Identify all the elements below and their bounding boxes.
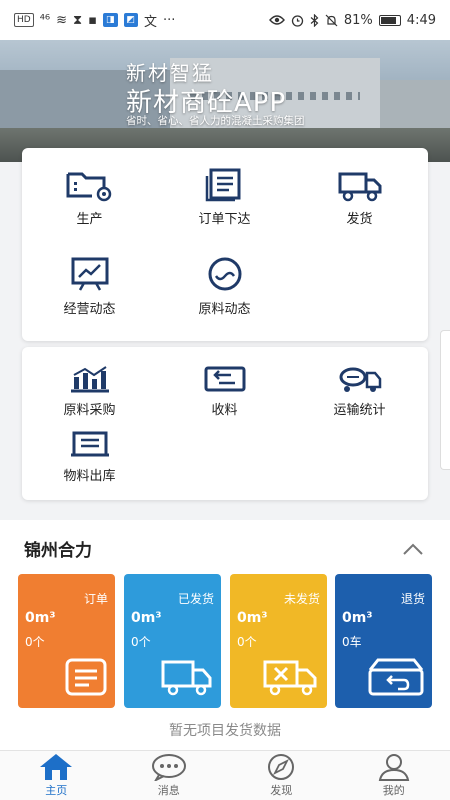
stat-card-returns[interactable]: 退货 0m³ 0车 [335, 574, 432, 708]
unshipped-truck-icon [263, 660, 317, 696]
stat-volume-returns: 0m³ [342, 610, 373, 626]
app-notif-icon: ◨ [103, 13, 118, 27]
stat-volume-unshipped: 0m³ [237, 610, 268, 626]
main-function-card: 生产 订单下达 发货 经营动态 原料动态 [22, 148, 428, 341]
bluetooth-icon [310, 13, 319, 27]
stat-volume-orders: 0m³ [25, 610, 56, 626]
stat-volume-shipped: 0m³ [131, 610, 162, 626]
bar-chart-icon [70, 366, 109, 393]
nav-label-home: 主页 [45, 784, 68, 797]
message-icon [151, 754, 186, 781]
nav-tab-me[interactable]: 我的 [338, 751, 450, 800]
chat-notif-icon: ▪ [88, 12, 97, 28]
stat-count-unshipped: 0个 [237, 635, 257, 649]
nav-tab-messages[interactable]: 消息 [113, 751, 226, 800]
receive-icon [204, 366, 245, 392]
hd-indicator: HD [14, 13, 34, 27]
order-doc-icon [65, 658, 107, 696]
mixer-truck-icon [339, 367, 381, 392]
empty-shipping-note: 暂无项目发货数据 [169, 723, 281, 739]
stat-label-shipped: 已发货 [177, 592, 214, 606]
banner-subtitle: 省时、省心、省人力的混凝土采购集团 [126, 115, 305, 127]
user-icon [378, 754, 409, 781]
return-box-icon [368, 658, 424, 696]
grid-label-shipping: 发货 [346, 212, 373, 227]
bottom-nav: 主页 消息 发现 我的 [0, 750, 450, 800]
battery-icon [378, 14, 401, 26]
app-notif-icon-2: ◩ [123, 13, 139, 27]
project-section: 锦州合力 订单 0m³ 0个 已发货 0m³ 0个 未发货 0m³ 0个 退货 … [0, 520, 450, 750]
compass-icon [268, 754, 295, 780]
home-icon [40, 754, 73, 780]
grid-label-order-issue: 订单下达 [198, 212, 251, 227]
eye-icon [268, 15, 285, 25]
stat-count-orders: 0个 [25, 635, 45, 649]
alarm-icon [291, 14, 304, 27]
grid-label-transport-stats: 运输统计 [333, 403, 386, 418]
grid-item-transport-stats[interactable]: 运输统计 [292, 365, 427, 418]
grid-label-outbound: 物料出库 [63, 469, 116, 484]
stat-label-unshipped: 未发货 [283, 592, 320, 606]
status-bar: HD ⁴⁶ ≋ ⧗ ▪ ◨ ◩ 文 ··· 81% 4:49 [0, 0, 450, 40]
side-edge-handle[interactable] [440, 330, 450, 470]
outbound-icon [70, 431, 109, 457]
nav-label-messages: 消息 [157, 784, 180, 797]
chevron-up-icon[interactable] [402, 542, 424, 556]
grid-label-production: 生产 [76, 212, 103, 227]
battery-percent: 81% [343, 12, 373, 28]
stat-label-orders: 订单 [83, 592, 108, 606]
translate-notif-icon: 文 [144, 14, 158, 30]
project-name: 锦州合力 [24, 541, 92, 561]
clock-time: 4:49 [406, 12, 436, 28]
wifi-icon: ≋ [56, 12, 68, 28]
grid-item-receive[interactable]: 收料 [157, 365, 292, 418]
status-left: HD ⁴⁶ ≋ ⧗ ▪ ◨ ◩ 文 ··· [14, 11, 175, 30]
grid-item-material-purchase[interactable]: 原料采购 [22, 365, 157, 418]
stat-card-shipped[interactable]: 已发货 0m³ 0个 [124, 574, 221, 708]
status-right: 81% 4:49 [268, 12, 436, 28]
banner-building-right [380, 80, 450, 130]
stat-count-shipped: 0个 [131, 635, 151, 649]
chart-board-icon [71, 257, 108, 291]
stat-card-orders[interactable]: 订单 0m³ 0个 [18, 574, 115, 708]
folder-gear-icon [66, 172, 111, 202]
stat-label-returns: 退货 [400, 592, 425, 606]
grid-label-material-purchase: 原料采购 [63, 403, 116, 418]
stat-count-returns: 0车 [342, 635, 362, 649]
nav-tab-home[interactable]: 主页 [0, 751, 113, 800]
order-list-icon [205, 168, 240, 202]
mute-bell-icon [325, 14, 338, 26]
grid-item-production[interactable]: 生产 [22, 168, 157, 227]
secondary-function-card: 原料采购 收料 运输统计 物料出库 [22, 347, 428, 500]
grid-item-material-trends[interactable]: 原料动态 [157, 256, 292, 317]
grid-item-order-issue[interactable]: 订单下达 [157, 168, 292, 227]
more-notif-icon: ··· [163, 12, 176, 28]
nav-tab-discover[interactable]: 发现 [225, 751, 338, 800]
nav-label-discover: 发现 [270, 784, 293, 797]
grid-label-material-trends: 原料动态 [198, 302, 251, 317]
signal-icon: ⁴⁶ [39, 12, 51, 28]
nav-label-me: 我的 [382, 784, 405, 797]
material-circle-icon [208, 257, 241, 291]
shipped-truck-icon [161, 660, 212, 696]
grid-item-business-trends[interactable]: 经营动态 [22, 256, 157, 317]
grid-item-outbound[interactable]: 物料出库 [22, 431, 157, 484]
truck-icon [338, 172, 381, 202]
hourglass-icon: ⧗ [73, 12, 83, 28]
stat-card-unshipped[interactable]: 未发货 0m³ 0个 [230, 574, 327, 708]
grid-label-receive: 收料 [211, 403, 238, 418]
grid-label-business-trends: 经营动态 [63, 302, 116, 317]
grid-item-shipping[interactable]: 发货 [292, 168, 427, 227]
